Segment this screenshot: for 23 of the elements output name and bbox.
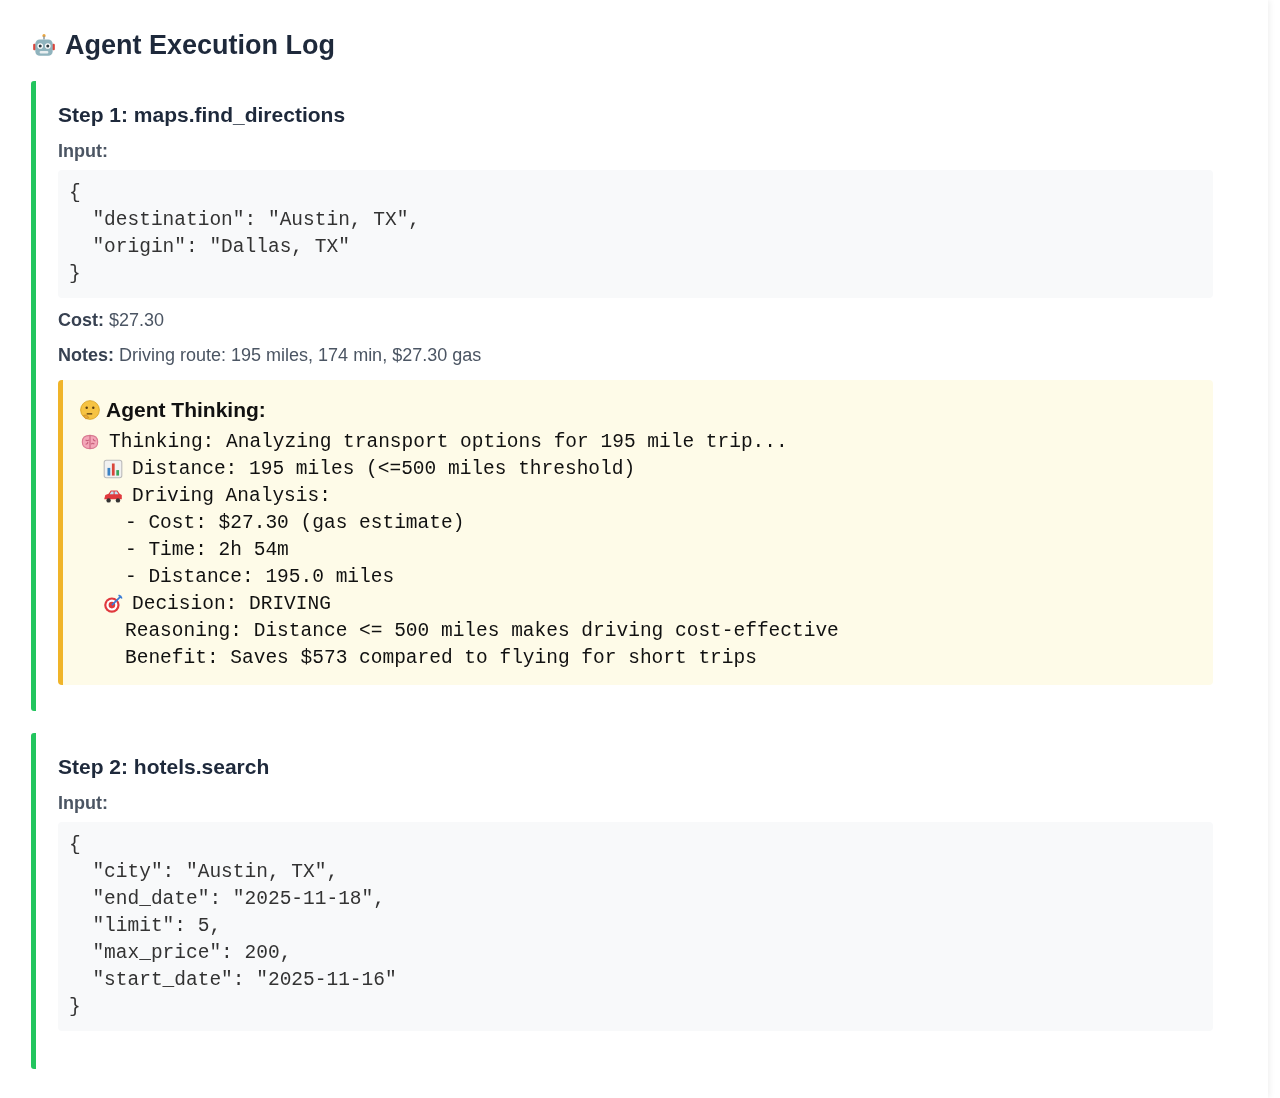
thinking-line: - Distance: 195.0 miles <box>125 565 395 588</box>
input-label: Input: <box>58 141 109 162</box>
thinking-line: - Cost: $27.30 (gas estimate) <box>125 511 465 534</box>
thinking-line: Decision: DRIVING <box>132 592 331 615</box>
thinking-line: Distance: 195 miles (<=500 miles threshold) <box>132 457 636 480</box>
input-label: Input: <box>58 793 109 814</box>
step-title: Step 1: maps.find_directions <box>58 103 347 127</box>
thinking-line: - Time: 2h 54m <box>125 538 289 561</box>
robot-icon <box>31 32 57 59</box>
field-text: Cost: $27.30 <box>58 310 166 331</box>
target-icon <box>102 592 124 615</box>
thinking-title: Agent Thinking: <box>106 398 266 422</box>
thinking-line: Driving Analysis: <box>132 484 331 507</box>
code-block: { "destination": "Austin, TX", "origin": "Dallas, TX" } <box>58 170 1213 298</box>
field-text: Notes: Driving route: 195 miles, 174 min, $27.30 gas <box>58 345 483 366</box>
step-title: Step 2: hotels.search <box>58 755 271 779</box>
thinking-line: Benefit: Saves $573 compared to flying for short trips <box>125 646 757 669</box>
page-title: Agent Execution Log <box>65 30 335 61</box>
code-block: { "city": "Austin, TX", "end_date": "2025-11-18", "limit": 5, "max_price": 200, "start_date": "2025-11-16" } <box>58 822 1213 1031</box>
bar-chart-icon <box>102 457 124 480</box>
thinking-face-icon <box>79 399 101 421</box>
thinking-line: Reasoning: Distance <= 500 miles makes driving cost-effective <box>125 619 839 642</box>
thinking-line: Thinking: Analyzing transport options for 195 mile trip... <box>109 430 788 453</box>
